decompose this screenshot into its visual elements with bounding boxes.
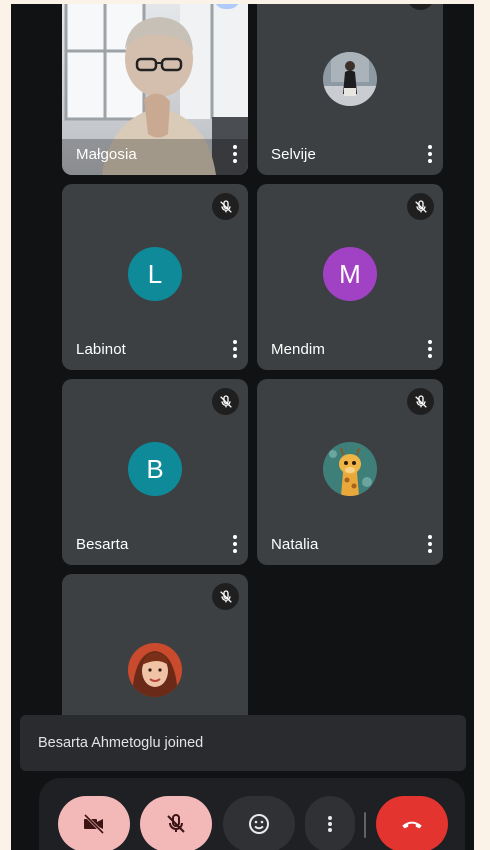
participant-name: Besarta (76, 536, 129, 553)
more-options-icon[interactable] (228, 337, 242, 361)
participant-name: Labinot (76, 341, 126, 358)
participant-name: Mendim (271, 341, 325, 358)
mic-off-icon (407, 388, 434, 415)
participant-tile-selvije[interactable]: Selvije (257, 4, 443, 175)
mic-off-icon (407, 193, 434, 220)
mic-off-icon (407, 4, 434, 10)
mic-off-icon (167, 813, 185, 833)
join-notification-text: Besarta Ahmetoglu joined (38, 735, 204, 751)
more-options-button[interactable] (305, 796, 355, 850)
call-end-icon (402, 821, 422, 829)
mic-off-icon (212, 193, 239, 220)
more-options-icon[interactable] (228, 142, 242, 166)
videocam-off-icon (83, 813, 105, 835)
participant-name: Małgosia (76, 146, 137, 163)
participant-avatar: M (323, 247, 377, 301)
more-options-icon[interactable] (423, 337, 437, 361)
participant-tile-mendim[interactable]: M Mendim (257, 184, 443, 370)
participant-name: Selvije (271, 146, 316, 163)
mic-off-icon (212, 388, 239, 415)
reactions-button[interactable] (223, 796, 295, 850)
meeting-screen: Małgosia Selvije L Labinot M Mendim B Be… (11, 4, 474, 850)
end-call-button[interactable] (376, 796, 448, 850)
giraffe-avatar (323, 442, 377, 496)
divider (364, 812, 366, 838)
microphone-toggle-button[interactable] (140, 796, 212, 850)
more-options-icon[interactable] (423, 142, 437, 166)
participant-avatar: L (128, 247, 182, 301)
participant-avatar (128, 643, 182, 697)
more-options-icon[interactable] (228, 532, 242, 556)
participant-tile-malgosia[interactable]: Małgosia (62, 4, 248, 175)
more-options-icon[interactable] (423, 532, 437, 556)
mic-off-icon (212, 583, 239, 610)
participant-tile-labinot[interactable]: L Labinot (62, 184, 248, 370)
emoji-icon (249, 814, 269, 834)
participant-tile-besarta[interactable]: B Besarta (62, 379, 248, 565)
more-vert-icon (328, 816, 332, 832)
call-controls-bar (39, 778, 465, 850)
join-notification: Besarta Ahmetoglu joined (20, 715, 466, 771)
participant-avatar: B (128, 442, 182, 496)
participant-avatar (323, 52, 377, 106)
participant-tile-natalia[interactable]: Natalia (257, 379, 443, 565)
camera-toggle-button[interactable] (58, 796, 130, 850)
participant-name: Natalia (271, 536, 319, 553)
